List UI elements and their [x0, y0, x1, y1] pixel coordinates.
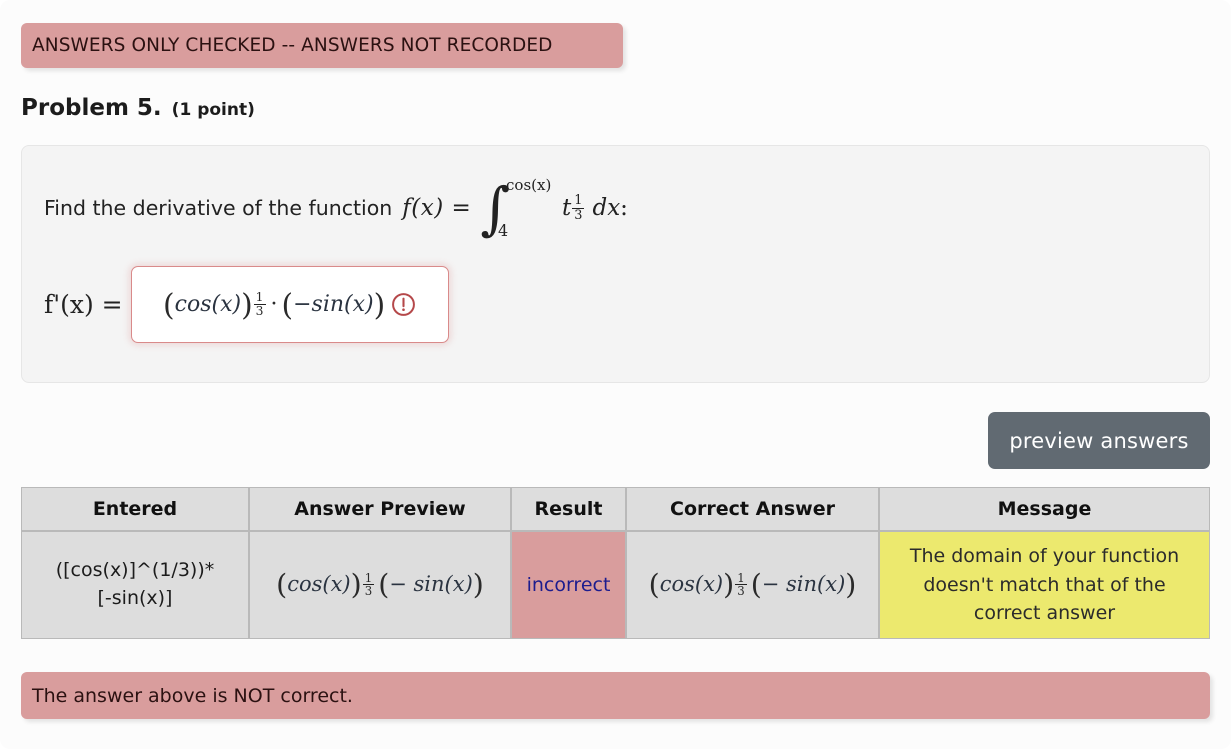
answer-input[interactable]: (cos(x)) 1 3 ·(−sin(x)) [130, 266, 449, 343]
correct-open-paren: ( [648, 568, 660, 602]
answer-factor: −sin(x) [293, 292, 374, 317]
table-body: ([cos(x)]^(1/3))* [-sin(x)] (cos(x)) 1 3… [21, 531, 1210, 639]
answer-entry-row: f'(x) = (cos(x)) 1 3 ·(−sin(x)) [44, 266, 449, 343]
exponent-numerator: 1 [574, 193, 583, 209]
page-title: Problem 5. [21, 95, 162, 121]
preview-close-paren: ) [350, 568, 362, 602]
function-definition-label: f(x) = [402, 195, 471, 221]
answer-exponent-numerator: 1 [255, 290, 264, 305]
integrand-exponent: 1 3 [571, 194, 585, 222]
column-header-result: Result [511, 487, 626, 531]
open-paren-2: ( [281, 287, 294, 323]
trailing-colon: : [620, 195, 628, 221]
preview-base: cos(x) [287, 572, 351, 597]
exponent-denominator: 3 [572, 207, 585, 223]
cell-message: The domain of your function doesn't matc… [879, 531, 1210, 639]
column-header-correct-answer: Correct Answer [626, 487, 879, 531]
problem-points: (1 point) [171, 100, 255, 120]
correct-base: cos(x) [659, 572, 724, 597]
preview-open-paren: ( [276, 568, 288, 602]
open-paren: ( [163, 287, 175, 323]
entered-line-2: [-sin(x)] [97, 586, 173, 609]
correct-exponent: 1 3 [734, 571, 747, 599]
table-header: Entered Answer Preview Result Correct An… [21, 487, 1210, 531]
problem-prompt: Find the derivative of the function f(x)… [44, 176, 628, 240]
entered-line-1: ([cos(x)]^(1/3))* [55, 559, 215, 582]
preview-answers-button[interactable]: preview answers [988, 412, 1210, 469]
correct-factor: − sin(x) [761, 572, 846, 597]
problem-panel: Find the derivative of the function f(x)… [21, 145, 1210, 383]
message-line-2: doesn't match that of the [923, 573, 1166, 596]
problem-page: ANSWERS ONLY CHECKED -- ANSWERS NOT RECO… [0, 0, 1231, 749]
message-line-3: correct answer [973, 602, 1116, 624]
message-line-1: The domain of your function [909, 545, 1180, 567]
answer-exponent-denominator: 3 [253, 304, 266, 318]
integrand: t 1 3 dx: [562, 194, 628, 222]
alert-text: ANSWERS ONLY CHECKED -- ANSWERS NOT RECO… [32, 35, 553, 56]
cell-answer-preview: (cos(x)) 1 3 (− sin(x)) [249, 531, 511, 639]
problem-heading: Problem 5. (1 point) [21, 95, 255, 121]
integral-upper-limit: cos(x) [506, 176, 552, 194]
definite-integral: ∫ cos(x) 4 t 1 3 dx: [480, 176, 628, 240]
cell-entered: ([cos(x)]^(1/3))* [-sin(x)] [21, 531, 249, 639]
close-paren-2: ) [373, 287, 386, 323]
table-header-row: Entered Answer Preview Result Correct An… [21, 487, 1210, 531]
correct-answer-math: (cos(x)) 1 3 (− sin(x)) [648, 568, 857, 602]
preview-exponent: 1 3 [362, 571, 375, 599]
column-header-entered: Entered [21, 487, 249, 531]
answer-exponent: 1 3 [253, 291, 267, 318]
answer-preview-math: (cos(x)) 1 3 (− sin(x)) [276, 568, 484, 602]
correct-close-paren: ) [723, 568, 735, 602]
warning-exclamation-circle-icon [392, 293, 416, 316]
preview-exponent-numerator: 1 [364, 571, 373, 586]
prompt-text: Find the derivative of the function [44, 196, 393, 220]
preview-factor: − sin(x) [389, 572, 473, 597]
column-header-message: Message [879, 487, 1210, 531]
answer-base: cos(x) [174, 292, 242, 317]
function-label-text: f(x) = [402, 195, 472, 221]
close-paren: ) [241, 287, 253, 323]
answer-rendered-math: (cos(x)) 1 3 ·(−sin(x)) [163, 287, 386, 323]
correct-exponent-numerator: 1 [737, 571, 745, 586]
derivative-label: f'(x) = [44, 290, 123, 319]
correct-close-paren-2: ) [845, 568, 857, 602]
table-row: ([cos(x)]^(1/3))* [-sin(x)] (cos(x)) 1 3… [21, 531, 1210, 639]
answer-results-table: Entered Answer Preview Result Correct An… [21, 487, 1210, 639]
preview-open-paren-2: ( [378, 568, 390, 602]
correct-open-paren-2: ( [750, 568, 762, 602]
cell-correct-answer: (cos(x)) 1 3 (− sin(x)) [626, 531, 879, 639]
preview-close-paren-2: ) [472, 568, 484, 602]
answers-not-recorded-alert: ANSWERS ONLY CHECKED -- ANSWERS NOT RECO… [21, 23, 623, 68]
column-header-answer-preview: Answer Preview [249, 487, 511, 531]
answer-incorrect-alert: The answer above is NOT correct. [21, 672, 1210, 719]
bottom-alert-text: The answer above is NOT correct. [32, 684, 353, 707]
multiplication-dot: · [270, 292, 278, 317]
integral-limits: cos(x) 4 [498, 176, 572, 240]
differential: dx [592, 195, 621, 221]
correct-exponent-denominator: 3 [735, 584, 747, 599]
cell-result: incorrect [511, 531, 626, 639]
preview-exponent-denominator: 3 [362, 584, 375, 599]
integral-lower-limit: 4 [498, 221, 509, 240]
